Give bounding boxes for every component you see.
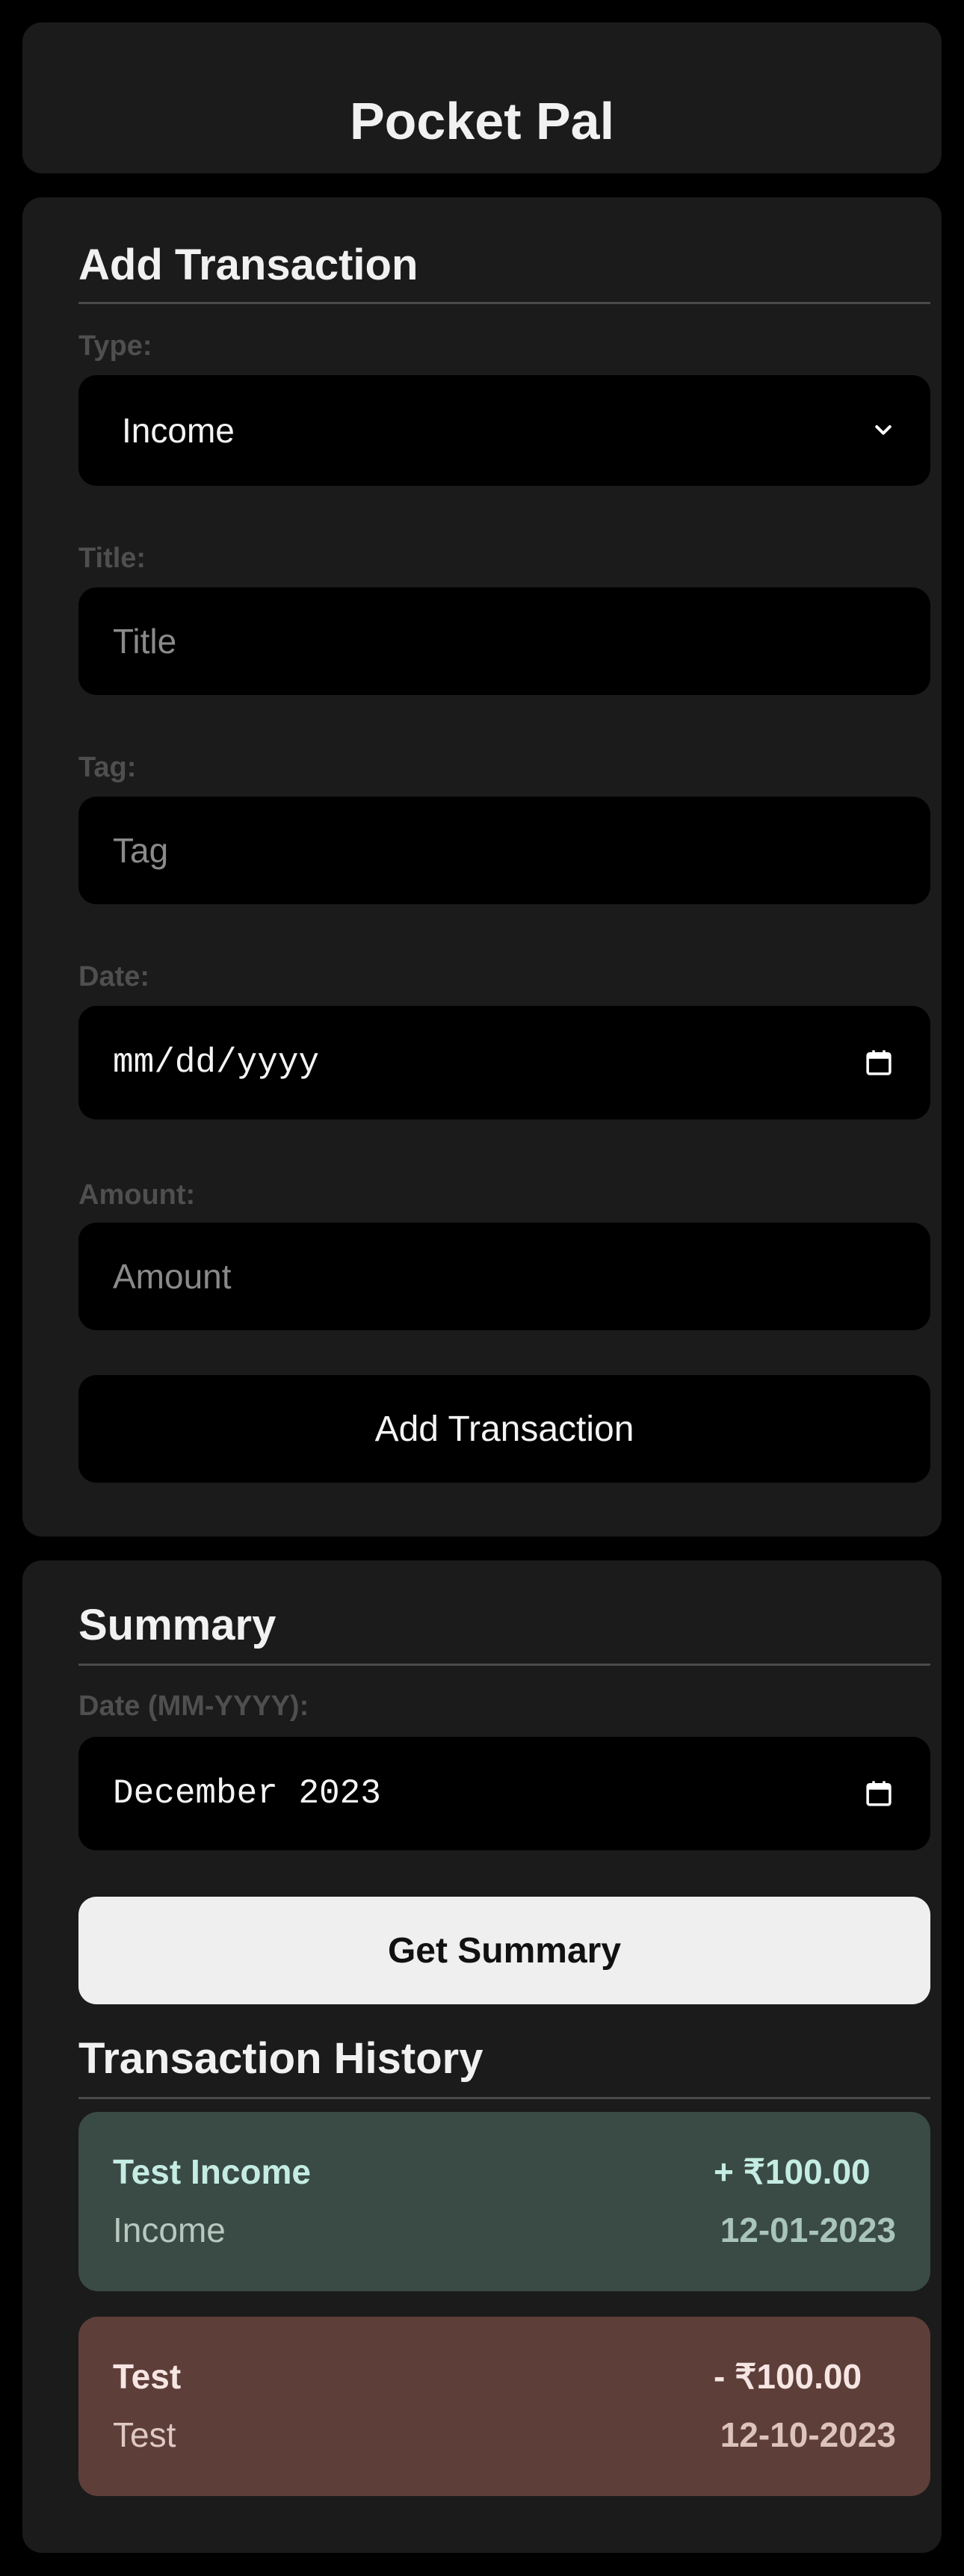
section-divider: [78, 2097, 930, 2099]
add-transaction-card: Add Transaction Type: Income Title: Titl…: [22, 197, 942, 1536]
summary-date-label: Date (MM-YYYY):: [78, 1690, 309, 1722]
title-label: Title:: [78, 543, 146, 574]
get-summary-button[interactable]: Get Summary: [78, 1897, 930, 2004]
type-label: Type:: [78, 330, 152, 362]
amount-input-placeholder: Amount: [113, 1257, 232, 1296]
transaction-tag: Income: [113, 2211, 226, 2249]
calendar-icon[interactable]: [863, 1778, 895, 1809]
transaction-item-expense[interactable]: Test Test - ₹100.00 12-10-2023: [78, 2317, 930, 2496]
transaction-date: 12-01-2023: [720, 2211, 896, 2249]
summary-card: Summary Date (MM-YYYY): December 2023 Ge…: [22, 1560, 942, 2553]
calendar-icon[interactable]: [863, 1047, 895, 1078]
add-transaction-heading: Add Transaction: [78, 241, 418, 289]
transaction-tag: Test: [113, 2415, 176, 2454]
transaction-amount: - ₹100.00: [714, 2357, 862, 2396]
date-label: Date:: [78, 961, 150, 992]
add-transaction-button[interactable]: Add Transaction: [78, 1375, 930, 1483]
tag-input-placeholder: Tag: [113, 831, 169, 870]
transaction-history-heading: Transaction History: [78, 2034, 483, 2083]
summary-month-input[interactable]: December 2023: [78, 1737, 930, 1850]
amount-input[interactable]: Amount: [78, 1223, 930, 1330]
title-input[interactable]: Title: [78, 587, 930, 695]
title-input-placeholder: Title: [113, 622, 177, 661]
summary-heading: Summary: [78, 1601, 276, 1649]
tag-label: Tag:: [78, 752, 137, 783]
type-select[interactable]: Income: [78, 375, 930, 486]
transaction-amount: + ₹100.00: [714, 2152, 871, 2191]
tag-input[interactable]: Tag: [78, 797, 930, 904]
transaction-date: 12-10-2023: [720, 2415, 896, 2454]
date-input-placeholder: mm/dd/yyyy: [113, 1043, 320, 1082]
transaction-item-income[interactable]: Test Income Income + ₹100.00 12-01-2023: [78, 2112, 930, 2291]
type-select-value: Income: [122, 411, 235, 450]
chevron-down-icon: [872, 419, 895, 442]
summary-month-value: December 2023: [113, 1774, 381, 1813]
transaction-title: Test Income: [113, 2152, 311, 2191]
date-input[interactable]: mm/dd/yyyy: [78, 1006, 930, 1119]
transaction-title: Test: [113, 2357, 182, 2396]
app-title: Pocket Pal: [349, 92, 615, 150]
section-divider: [78, 302, 930, 304]
app-header: Pocket Pal: [22, 22, 942, 173]
section-divider: [78, 1664, 930, 1666]
amount-label: Amount:: [78, 1179, 196, 1211]
